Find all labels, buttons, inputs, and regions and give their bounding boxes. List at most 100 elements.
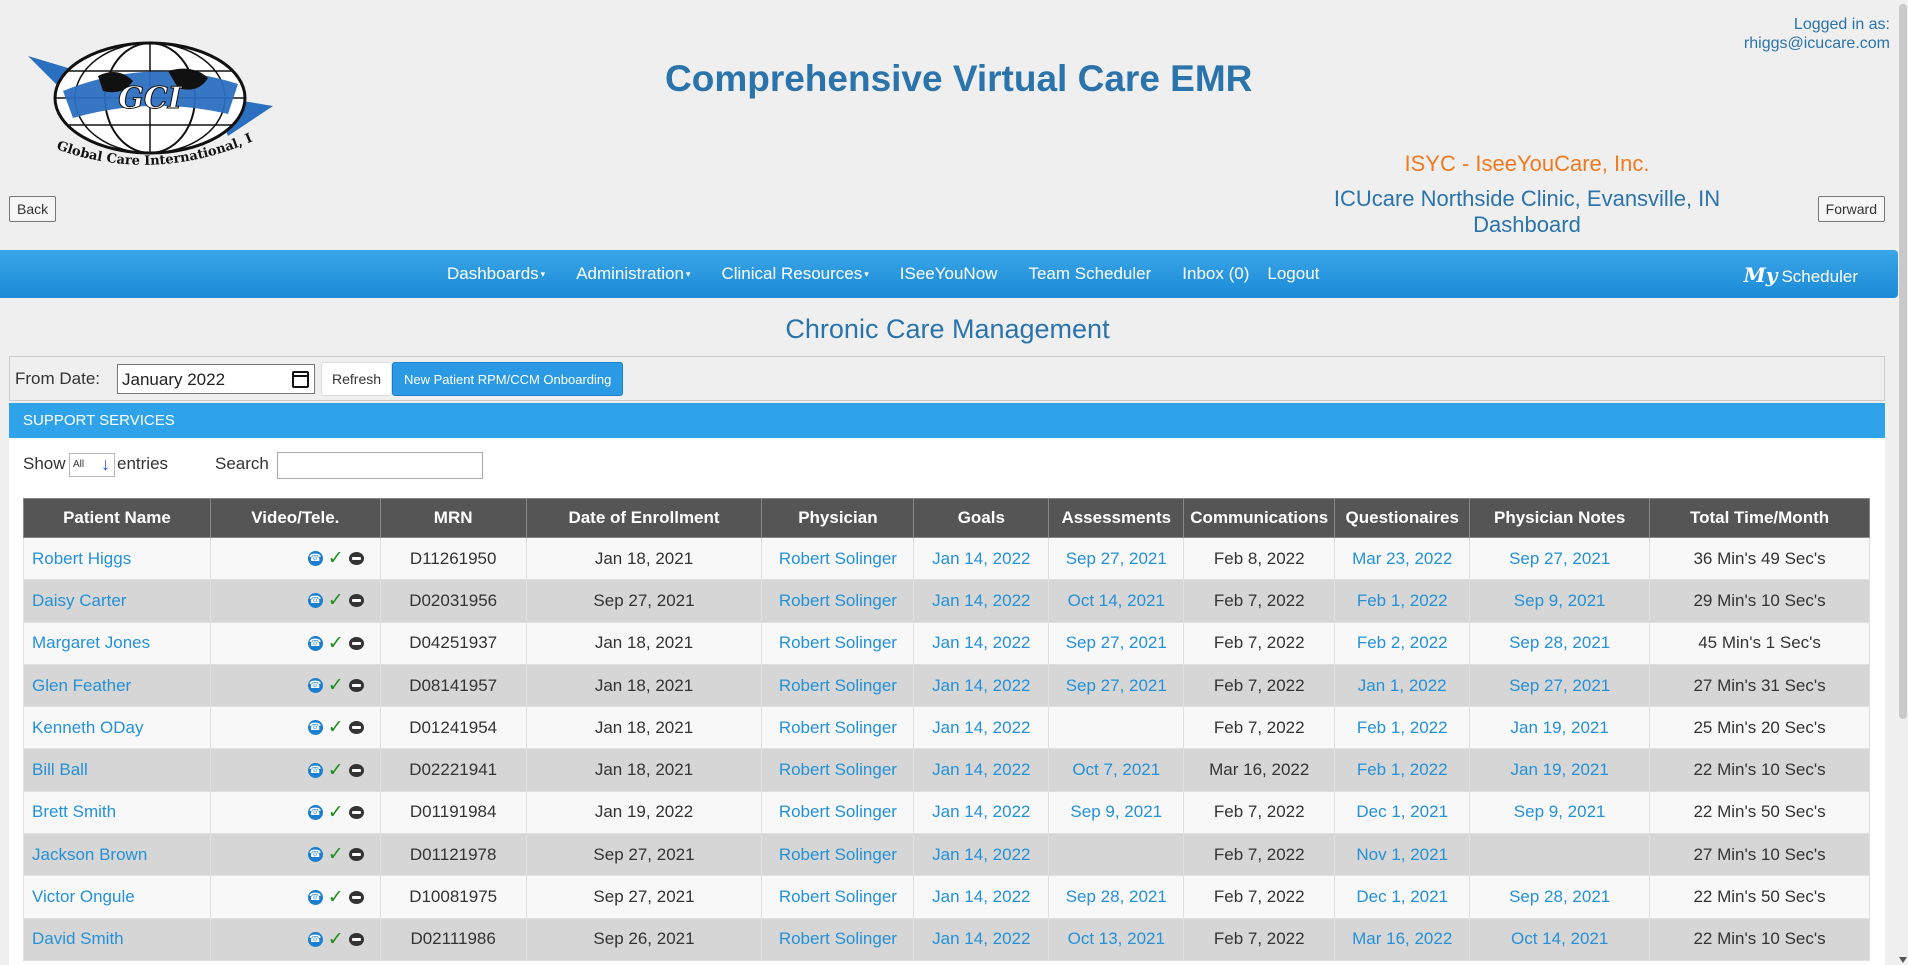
cell-physician[interactable]: Robert Solinger xyxy=(761,748,915,792)
cell-physician-notes[interactable]: Sep 27, 2021 xyxy=(1469,536,1651,581)
cell-physician[interactable]: Robert Solinger xyxy=(761,621,915,665)
new-patient-onboarding-button[interactable]: New Patient RPM/CCM Onboarding xyxy=(392,362,624,396)
check-icon[interactable]: ✓ xyxy=(328,632,344,655)
phone-icon[interactable]: ☎ xyxy=(307,551,323,567)
nav-item-team-scheduler[interactable]: Team Scheduler xyxy=(1028,264,1151,284)
nav-item-iseeyounow[interactable]: ISeeYouNow xyxy=(900,264,998,284)
nav-item-dashboards[interactable]: Dashboards ▾ xyxy=(447,264,545,284)
column-header-mrn[interactable]: MRN xyxy=(379,498,527,538)
chat-icon[interactable] xyxy=(348,679,364,693)
cell-assessments[interactable]: Sep 9, 2021 xyxy=(1048,790,1185,835)
cell-questionaires[interactable]: Feb 1, 2022 xyxy=(1334,706,1471,750)
chat-icon[interactable] xyxy=(348,594,364,608)
phone-icon[interactable]: ☎ xyxy=(307,635,323,651)
cell-goals[interactable]: Jan 14, 2022 xyxy=(913,748,1050,792)
cell-physician[interactable]: Robert Solinger xyxy=(761,579,915,623)
cell-physician[interactable]: Robert Solinger xyxy=(761,706,915,750)
column-header-physician[interactable]: Physician xyxy=(761,498,915,538)
phone-icon[interactable]: ☎ xyxy=(307,593,323,609)
phone-icon[interactable]: ☎ xyxy=(307,804,323,820)
nav-item-clinical-resources[interactable]: Clinical Resources ▾ xyxy=(721,264,868,284)
column-header-physician-notes[interactable]: Physician Notes xyxy=(1469,498,1651,538)
check-icon[interactable]: ✓ xyxy=(328,886,344,909)
column-header-total-time-month[interactable]: Total Time/Month xyxy=(1649,498,1870,538)
cell-assessments[interactable]: Sep 28, 2021 xyxy=(1048,875,1185,919)
back-button[interactable]: Back xyxy=(9,196,57,222)
check-icon[interactable]: ✓ xyxy=(328,801,344,824)
check-icon[interactable]: ✓ xyxy=(328,928,344,951)
check-icon[interactable]: ✓ xyxy=(328,843,344,866)
cell-patient-name[interactable]: Daisy Carter xyxy=(23,579,211,623)
cell-questionaires[interactable]: Dec 1, 2021 xyxy=(1334,790,1471,835)
cell-physician-notes[interactable]: Jan 19, 2021 xyxy=(1469,706,1651,750)
phone-icon[interactable]: ☎ xyxy=(307,678,323,694)
nav-item-logout[interactable]: Logout xyxy=(1267,264,1319,284)
check-icon[interactable]: ✓ xyxy=(328,589,344,612)
cell-questionaires[interactable]: Jan 1, 2022 xyxy=(1334,663,1471,708)
cell-physician[interactable]: Robert Solinger xyxy=(761,833,915,877)
chat-icon[interactable] xyxy=(348,763,364,777)
column-header-video-tele[interactable]: Video/Tele. xyxy=(209,498,381,538)
cell-physician-notes[interactable]: Jan 19, 2021 xyxy=(1469,748,1651,792)
cell-goals[interactable]: Jan 14, 2022 xyxy=(913,663,1050,708)
phone-icon[interactable]: ☎ xyxy=(307,720,323,736)
chat-icon[interactable] xyxy=(348,848,364,862)
cell-questionaires[interactable]: Mar 16, 2022 xyxy=(1334,917,1471,961)
my-scheduler-link[interactable]: My Scheduler xyxy=(1744,263,1858,287)
cell-patient-name[interactable]: Victor Ongule xyxy=(23,875,211,919)
cell-patient-name[interactable]: Glen Feather xyxy=(23,663,211,708)
cell-patient-name[interactable]: Jackson Brown xyxy=(23,833,211,877)
column-header-date-of-enrollment[interactable]: Date of Enrollment xyxy=(525,498,763,538)
vertical-scrollbar[interactable] xyxy=(1898,0,1908,965)
cell-physician-notes[interactable]: Sep 27, 2021 xyxy=(1469,663,1651,708)
cell-physician[interactable]: Robert Solinger xyxy=(761,917,915,961)
cell-questionaires[interactable]: Feb 1, 2022 xyxy=(1334,579,1471,623)
cell-goals[interactable]: Jan 14, 2022 xyxy=(913,579,1050,623)
column-header-assessments[interactable]: Assessments xyxy=(1048,498,1185,538)
cell-questionaires[interactable]: Feb 2, 2022 xyxy=(1334,621,1471,665)
calendar-icon[interactable] xyxy=(292,371,309,388)
chat-icon[interactable] xyxy=(348,721,364,735)
cell-patient-name[interactable]: Bill Ball xyxy=(23,748,211,792)
cell-goals[interactable]: Jan 14, 2022 xyxy=(913,917,1050,961)
phone-icon[interactable]: ☎ xyxy=(307,762,323,778)
cell-assessments[interactable]: Oct 7, 2021 xyxy=(1048,748,1185,792)
cell-assessments[interactable]: Sep 27, 2021 xyxy=(1048,663,1185,708)
nav-item-inbox-0[interactable]: Inbox (0) xyxy=(1182,264,1249,284)
forward-button[interactable]: Forward xyxy=(1817,196,1885,222)
cell-patient-name[interactable]: Kenneth ODay xyxy=(23,706,211,750)
cell-patient-name[interactable]: Brett Smith xyxy=(23,790,211,835)
check-icon[interactable]: ✓ xyxy=(328,547,344,570)
cell-questionaires[interactable]: Feb 1, 2022 xyxy=(1334,748,1471,792)
cell-questionaires[interactable]: Dec 1, 2021 xyxy=(1334,875,1471,919)
cell-questionaires[interactable]: Mar 23, 2022 xyxy=(1334,536,1471,581)
column-header-patient-name[interactable]: Patient Name xyxy=(23,498,211,538)
cell-patient-name[interactable]: Margaret Jones xyxy=(23,621,211,665)
cell-physician-notes[interactable]: Sep 28, 2021 xyxy=(1469,621,1651,665)
cell-physician[interactable]: Robert Solinger xyxy=(761,875,915,919)
phone-icon[interactable]: ☎ xyxy=(307,847,323,863)
search-input[interactable] xyxy=(277,452,483,479)
cell-goals[interactable]: Jan 14, 2022 xyxy=(913,706,1050,750)
check-icon[interactable]: ✓ xyxy=(328,716,344,739)
cell-assessments[interactable]: Sep 27, 2021 xyxy=(1048,621,1185,665)
cell-assessments[interactable]: Oct 13, 2021 xyxy=(1048,917,1185,961)
column-header-communications[interactable]: Communications xyxy=(1183,498,1336,538)
cell-patient-name[interactable]: David Smith xyxy=(23,917,211,961)
cell-assessments[interactable]: Sep 27, 2021 xyxy=(1048,536,1185,581)
from-date-input[interactable]: January 2022 xyxy=(117,364,315,394)
chat-icon[interactable] xyxy=(348,890,364,904)
cell-goals[interactable]: Jan 14, 2022 xyxy=(913,790,1050,835)
cell-goals[interactable]: Jan 14, 2022 xyxy=(913,875,1050,919)
column-header-questionaires[interactable]: Questionaires xyxy=(1334,498,1471,538)
cell-physician[interactable]: Robert Solinger xyxy=(761,536,915,581)
cell-physician[interactable]: Robert Solinger xyxy=(761,663,915,708)
cell-physician-notes[interactable]: Sep 9, 2021 xyxy=(1469,790,1651,835)
cell-physician-notes[interactable]: Oct 14, 2021 xyxy=(1469,917,1651,961)
chat-icon[interactable] xyxy=(348,636,364,650)
cell-assessments[interactable]: Oct 14, 2021 xyxy=(1048,579,1185,623)
scroll-down-arrow-icon[interactable] xyxy=(1899,957,1907,963)
cell-patient-name[interactable]: Robert Higgs xyxy=(23,536,211,581)
phone-icon[interactable]: ☎ xyxy=(307,931,323,947)
chat-icon[interactable] xyxy=(348,552,364,566)
